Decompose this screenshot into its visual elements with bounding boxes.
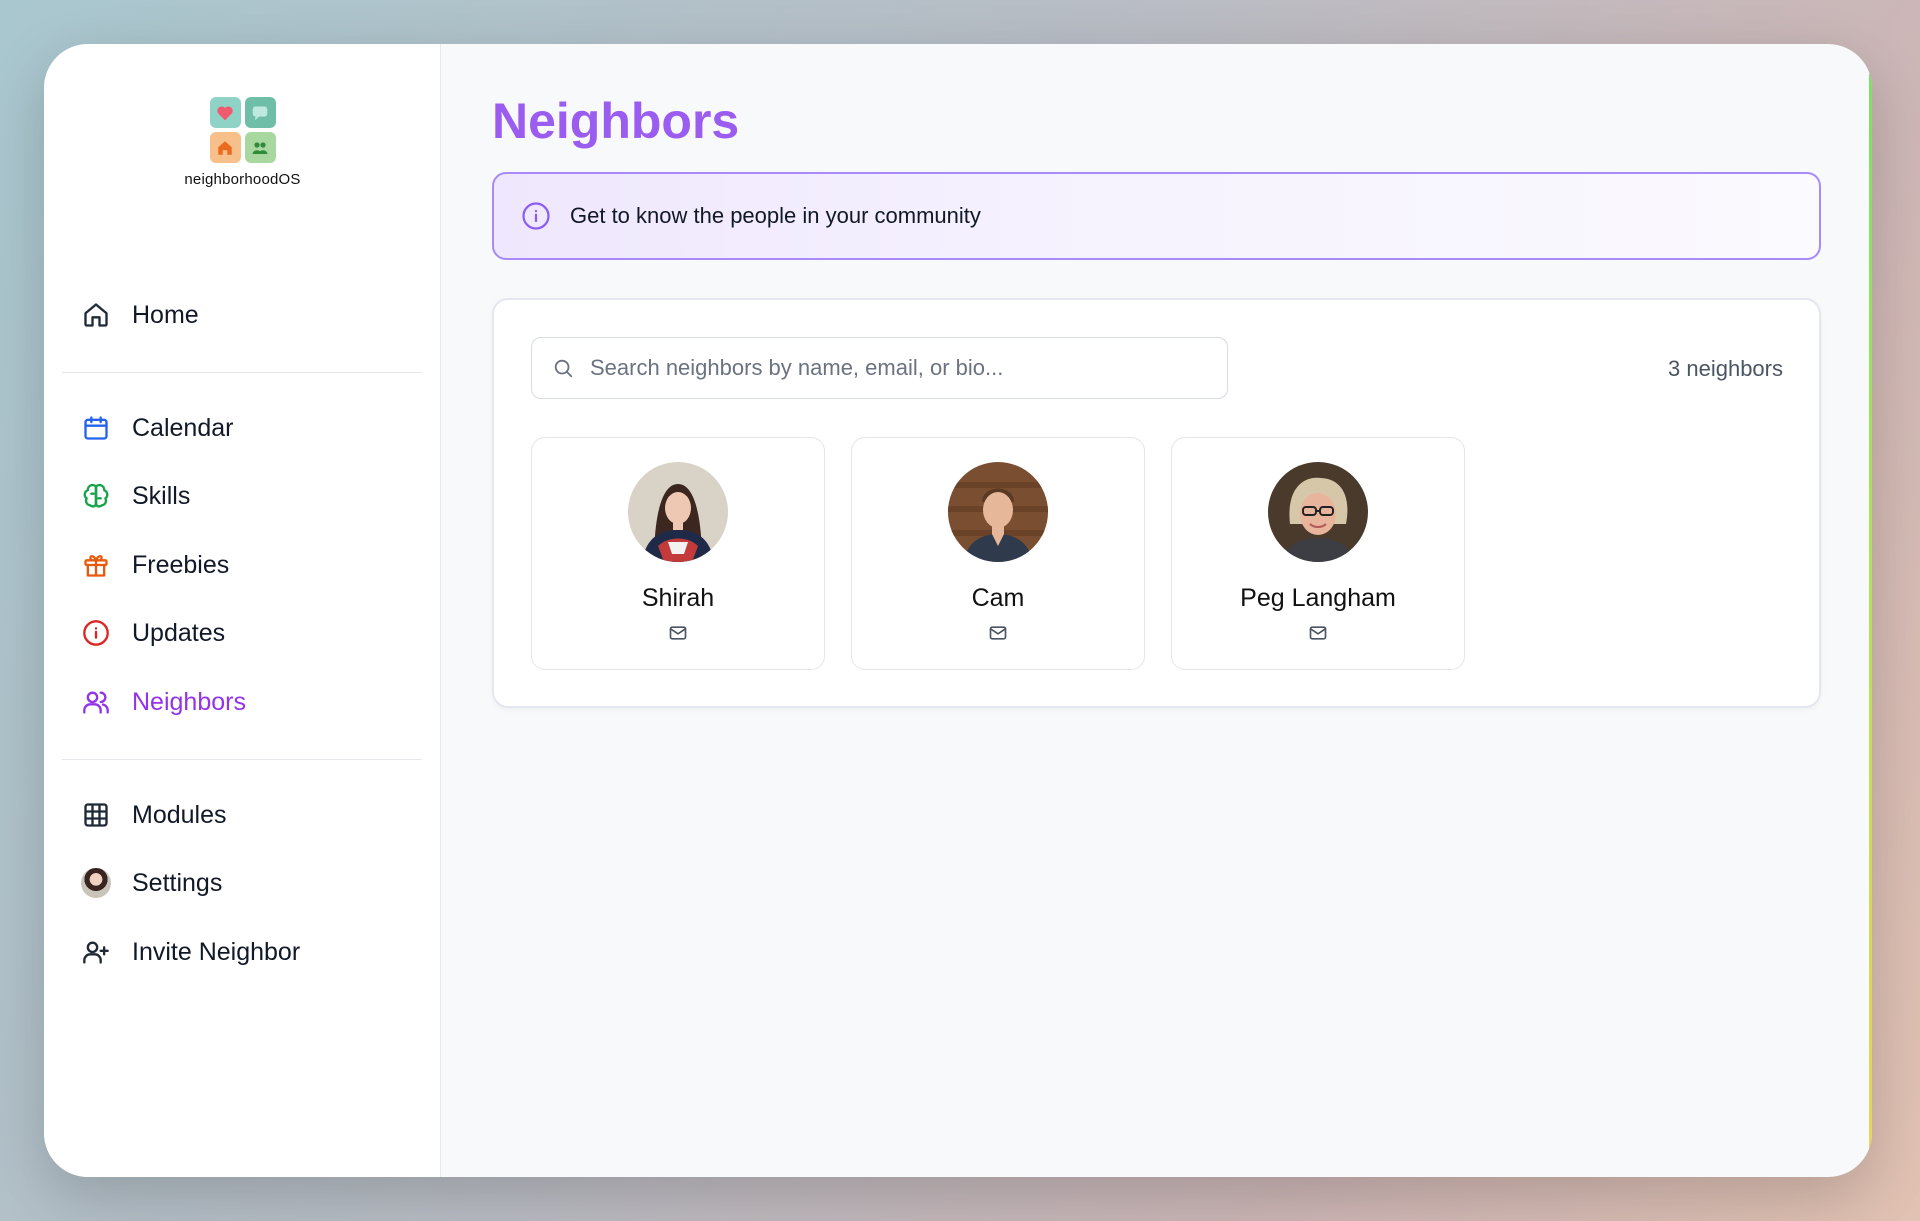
main-content: Neighbors Get to know the people in your…	[441, 44, 1872, 1177]
sidebar-item-label: Skills	[132, 481, 191, 510]
search-input[interactable]	[590, 355, 1190, 381]
sidebar-item-neighbors[interactable]: Neighbors	[80, 678, 420, 726]
gift-icon	[80, 549, 112, 581]
neighbors-panel: 3 neighbors Shirah	[492, 298, 1821, 708]
sidebar-item-label: Invite Neighbor	[132, 937, 301, 966]
sidebar-divider	[62, 372, 422, 373]
mail-icon[interactable]	[667, 622, 689, 644]
banner-text: Get to know the people in your community	[570, 203, 981, 228]
user-avatar	[80, 867, 112, 899]
info-circle-icon	[80, 617, 112, 649]
home-icon	[80, 299, 112, 331]
info-icon	[520, 200, 552, 232]
neighbor-name: Peg Langham	[1240, 584, 1396, 612]
neighbor-name: Shirah	[641, 584, 715, 612]
sidebar-item-label: Neighbors	[132, 687, 246, 716]
chat-bubble-icon	[244, 97, 276, 128]
calendar-icon	[80, 412, 112, 444]
sidebar: neighborhoodOS Home Calendar Skills Free…	[44, 44, 441, 1177]
user-plus-icon	[80, 936, 112, 968]
avatar	[628, 462, 728, 562]
users-icon	[80, 686, 112, 718]
sidebar-item-settings[interactable]: Settings	[80, 859, 420, 907]
info-banner: Get to know the people in your community	[492, 172, 1821, 260]
neighbor-card[interactable]: Peg Langham	[1171, 437, 1465, 670]
neighbor-count: 3 neighbors	[1668, 356, 1783, 381]
avatar	[1268, 462, 1368, 562]
neighbor-card[interactable]: Shirah	[531, 437, 825, 670]
avatar	[948, 462, 1048, 562]
search-box[interactable]	[531, 337, 1228, 399]
people-icon	[244, 132, 276, 163]
window-edge-accent	[1869, 74, 1872, 1154]
sidebar-item-label: Freebies	[132, 550, 230, 579]
sidebar-item-updates[interactable]: Updates	[80, 609, 420, 657]
logo-text: neighborhoodOS	[184, 171, 301, 188]
mail-icon[interactable]	[1307, 622, 1329, 644]
grid-icon	[80, 799, 112, 831]
sidebar-item-calendar[interactable]: Calendar	[80, 404, 420, 452]
sidebar-item-label: Settings	[132, 868, 223, 897]
app-logo[interactable]: neighborhoodOS	[44, 97, 441, 188]
sidebar-item-label: Updates	[132, 618, 226, 647]
app-window: neighborhoodOS Home Calendar Skills Free…	[44, 44, 1872, 1177]
sidebar-item-skills[interactable]: Skills	[80, 472, 420, 520]
sidebar-item-home[interactable]: Home	[80, 291, 420, 339]
house-icon	[209, 132, 241, 163]
page-title: Neighbors	[492, 93, 740, 149]
sidebar-item-label: Home	[132, 300, 199, 329]
sidebar-item-label: Calendar	[132, 413, 234, 442]
brain-icon	[80, 480, 112, 512]
sidebar-item-label: Modules	[132, 800, 227, 829]
sidebar-divider	[62, 759, 422, 760]
neighbor-name: Cam	[971, 584, 1025, 612]
mail-icon[interactable]	[987, 622, 1009, 644]
neighbor-card[interactable]: Cam	[851, 437, 1145, 670]
sidebar-item-freebies[interactable]: Freebies	[80, 541, 420, 589]
search-icon	[550, 355, 576, 381]
logo-grid	[209, 97, 276, 163]
sidebar-item-invite-neighbor[interactable]: Invite Neighbor	[80, 928, 420, 976]
heart-icon	[209, 97, 241, 128]
sidebar-item-modules[interactable]: Modules	[80, 791, 420, 839]
